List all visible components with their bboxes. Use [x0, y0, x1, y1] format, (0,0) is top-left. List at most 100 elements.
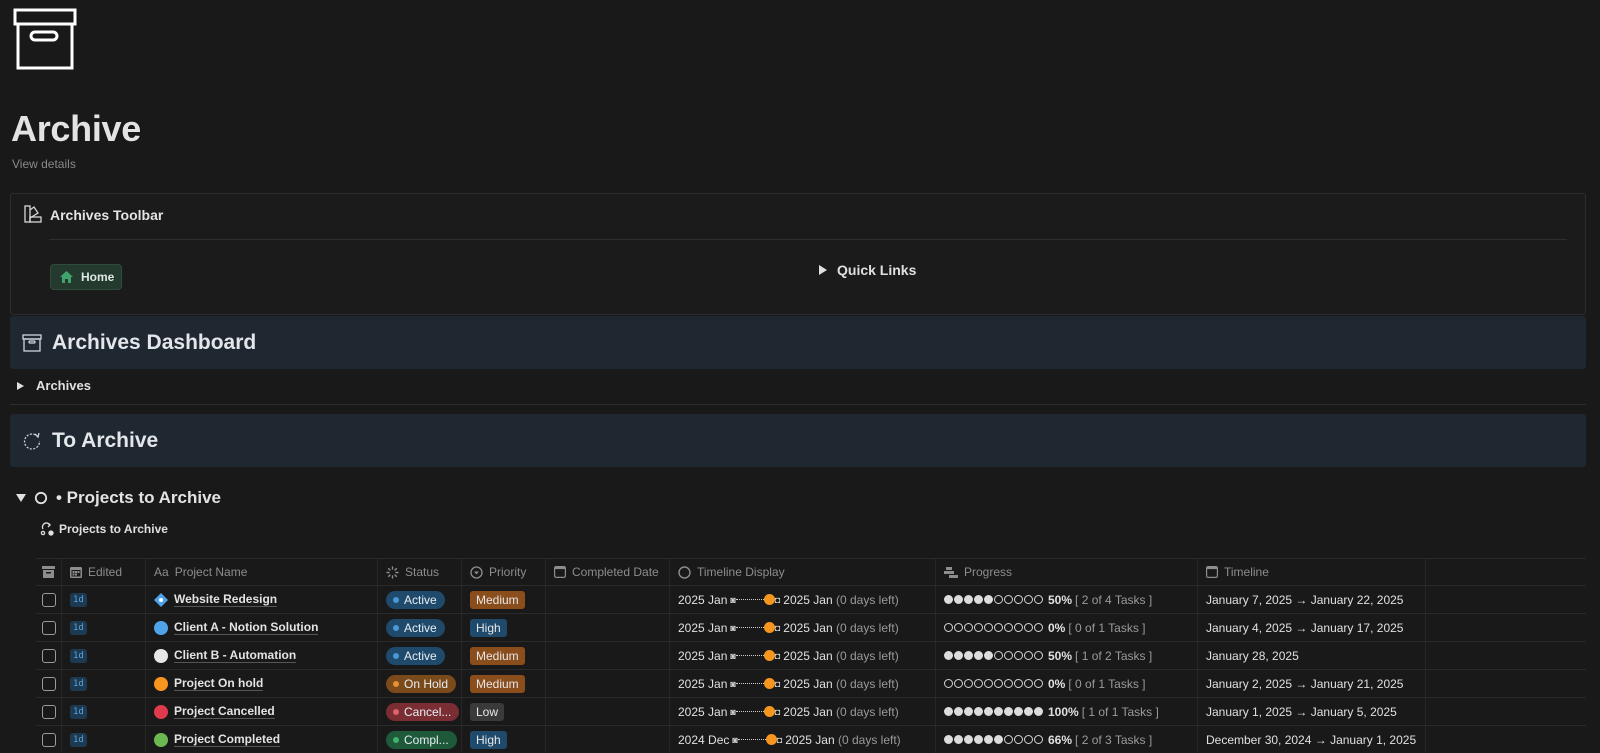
completed-date-cell[interactable]	[546, 670, 670, 697]
archive-checkbox[interactable]	[41, 732, 56, 747]
timeline-cell[interactable]: January 4, 2025 → January 17, 2025	[1198, 614, 1426, 641]
edited-badge: 1d	[70, 648, 87, 663]
completed-date-cell[interactable]	[546, 698, 670, 725]
table-row[interactable]: 1d Client A - Notion Solution Active High 20…	[36, 614, 1586, 642]
progress-dot	[974, 707, 983, 716]
edited-cell: 1d	[62, 586, 146, 613]
project-name-link[interactable]: Project Cancelled	[174, 704, 275, 719]
project-name-cell[interactable]: Project Completed	[146, 726, 378, 753]
page-title: Archive	[11, 108, 141, 149]
project-circle-icon	[154, 676, 168, 691]
quick-links-toggle[interactable]: Quick Links	[819, 262, 916, 278]
project-name-link[interactable]: Client B - Automation	[174, 648, 297, 663]
priority-cell[interactable]: High	[462, 614, 546, 641]
progress-dot	[994, 651, 1003, 660]
completed-date-cell[interactable]	[546, 586, 670, 613]
status-cell[interactable]: Active	[378, 586, 462, 613]
priority-cell[interactable]: High	[462, 726, 546, 753]
progress-dot	[974, 623, 983, 632]
database-view-tab[interactable]: Projects to Archive	[40, 522, 168, 536]
divider	[10, 404, 1586, 405]
track-dash	[735, 711, 764, 712]
column-header-status[interactable]: Status	[378, 559, 462, 585]
progress-dot	[1024, 623, 1033, 632]
timeline-cell[interactable]: December 30, 2024 → January 1, 2025	[1198, 726, 1426, 753]
triangle-right-icon	[17, 381, 24, 390]
home-button[interactable]: Home	[50, 264, 122, 290]
project-name-link[interactable]: Project On hold	[174, 676, 264, 691]
completed-date-cell[interactable]	[546, 614, 670, 641]
priority-cell[interactable]: Low	[462, 698, 546, 725]
progress-dot	[1034, 623, 1043, 632]
progress-tasks: [ 0 of 1 Tasks ]	[1068, 676, 1146, 691]
table-row[interactable]: 1d Project On hold On Hold Medium 2025 Jan ◙ ◘…	[36, 670, 1586, 698]
timeline-cell[interactable]: January 28, 2025	[1198, 642, 1426, 669]
track-dash	[735, 683, 764, 684]
project-name-link[interactable]: Client A - Notion Solution	[174, 620, 319, 635]
project-name-link[interactable]: Website Redesign	[174, 592, 278, 607]
project-circle-icon	[154, 732, 168, 747]
archive-checkbox[interactable]	[41, 592, 56, 607]
archive-checkbox[interactable]	[41, 676, 56, 691]
column-header-timeline[interactable]: Timeline	[1198, 559, 1426, 585]
project-name-cell[interactable]: Website Redesign	[146, 586, 378, 613]
archive-checkbox[interactable]	[41, 620, 56, 635]
table-row[interactable]: 1d Client B - Automation Active Medium 2025 …	[36, 642, 1586, 670]
table-row[interactable]: 1d Website Redesign Active Medium 2025 Jan ◙ ◘…	[36, 586, 1586, 614]
archives-toggle[interactable]: Archives	[17, 378, 91, 393]
column-header-project-name[interactable]: Aa Project Name	[146, 559, 378, 585]
timeline-start: 2025 Jan	[678, 676, 728, 691]
progress-cell: 0%[ 0 of 1 Tasks ]	[936, 614, 1198, 641]
column-label: Timeline	[1224, 565, 1269, 579]
column-label: Priority	[489, 565, 527, 579]
progress-cell: 0%[ 0 of 1 Tasks ]	[936, 670, 1198, 697]
status-cell[interactable]: On Hold	[378, 670, 462, 697]
column-header-archive[interactable]	[36, 559, 62, 585]
archives-dashboard-heading: Archives Dashboard	[10, 316, 1586, 369]
timeline-track: ◙ ◘	[730, 594, 780, 605]
project-name-cell[interactable]: Client B - Automation	[146, 642, 378, 669]
timeline-cell[interactable]: January 7, 2025 → January 22, 2025	[1198, 586, 1426, 613]
archive-checkbox[interactable]	[41, 648, 56, 663]
track-end-icon: ◘	[774, 650, 781, 661]
timeline-end: 2025 Jan	[785, 732, 835, 747]
progress-dot	[1014, 735, 1023, 744]
triangle-down-icon	[16, 494, 26, 502]
empty-cell	[1426, 698, 1586, 725]
status-cell[interactable]: Active	[378, 642, 462, 669]
timeline-display-cell: 2025 Jan ◙ ◘ 2025 Jan (0 days left)	[670, 670, 936, 697]
table-row[interactable]: 1d Project Completed Compl... High 2024 Dec ◙…	[36, 726, 1586, 753]
column-header-priority[interactable]: Priority	[462, 559, 546, 585]
track-end-icon: ◘	[774, 622, 781, 633]
column-header-progress[interactable]: Progress	[936, 559, 1198, 585]
priority-cell[interactable]: Medium	[462, 642, 546, 669]
timeline-track: ◙ ◘	[730, 678, 780, 689]
timeline-cell[interactable]: January 1, 2025 → January 5, 2025	[1198, 698, 1426, 725]
view-details-link[interactable]: View details	[12, 157, 76, 171]
archive-box-icon	[22, 333, 42, 352]
table-row[interactable]: 1d Project Cancelled Cancel... Low 2025 Jan ◙…	[36, 698, 1586, 726]
triangle-right-icon	[819, 265, 827, 275]
completed-date-cell[interactable]	[546, 642, 670, 669]
column-header-completed-date[interactable]: Completed Date	[546, 559, 670, 585]
status-cell[interactable]: Active	[378, 614, 462, 641]
table-header: Edited Aa Project Name Status Priority C…	[36, 558, 1586, 586]
edited-badge: 1d	[70, 592, 87, 607]
projects-toggle-heading[interactable]: • Projects to Archive	[16, 488, 221, 508]
priority-cell[interactable]: Medium	[462, 586, 546, 613]
priority-cell[interactable]: Medium	[462, 670, 546, 697]
completed-date-cell[interactable]	[546, 726, 670, 753]
column-header-edited[interactable]: Edited	[62, 559, 146, 585]
project-name-cell[interactable]: Project On hold	[146, 670, 378, 697]
status-dot-icon	[393, 624, 399, 631]
archive-checkbox[interactable]	[41, 704, 56, 719]
project-name-cell[interactable]: Client A - Notion Solution	[146, 614, 378, 641]
calendar-icon	[1206, 566, 1218, 578]
project-name-link[interactable]: Project Completed	[174, 732, 281, 747]
status-cell[interactable]: Cancel...	[378, 698, 462, 725]
status-cell[interactable]: Compl...	[378, 726, 462, 753]
progress-dot	[1034, 735, 1043, 744]
timeline-cell[interactable]: January 2, 2025 → January 21, 2025	[1198, 670, 1426, 697]
column-header-timeline-display[interactable]: Timeline Display	[670, 559, 936, 585]
project-name-cell[interactable]: Project Cancelled	[146, 698, 378, 725]
